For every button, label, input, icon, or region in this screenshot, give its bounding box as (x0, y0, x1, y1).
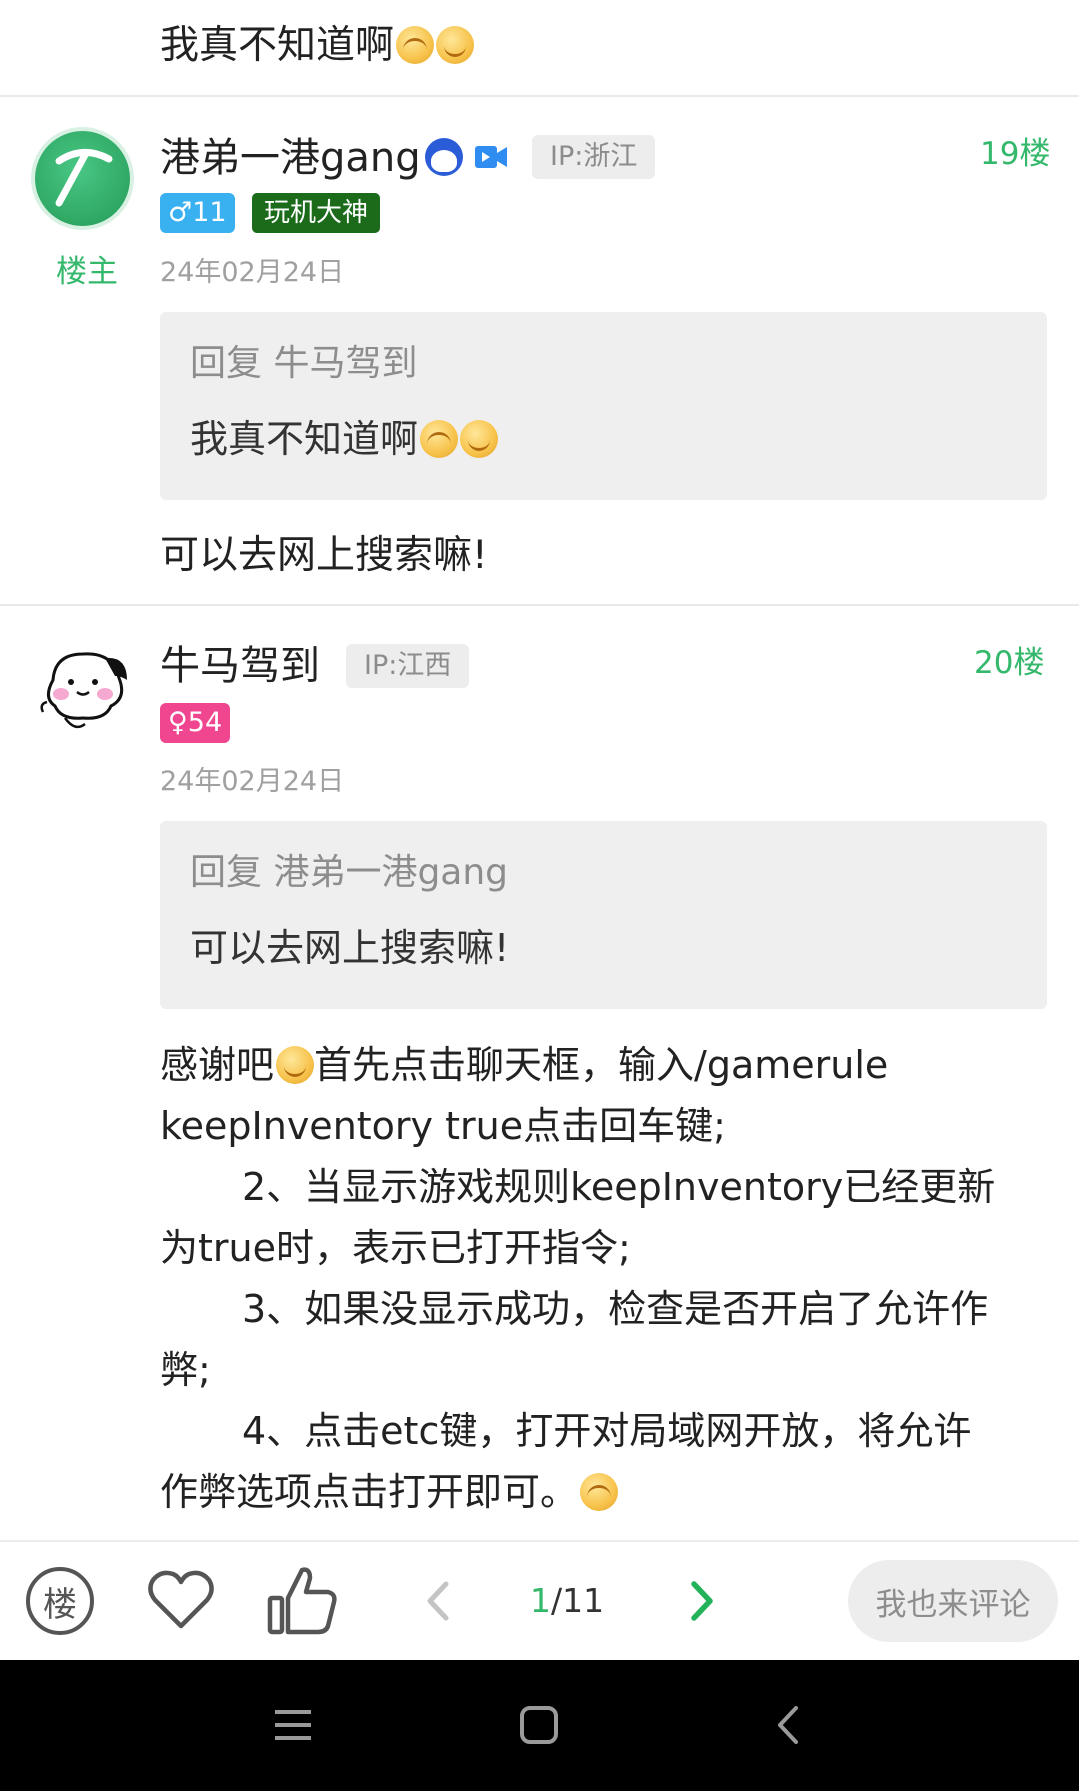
content-line: 3、如果没显示成功，检查是否开启了允许作 (242, 1287, 989, 1331)
quote-header: 回复 牛马驾到 (190, 343, 418, 384)
floor-number: 19楼 (980, 136, 1051, 172)
emoji-icon (420, 420, 459, 458)
thumbs-up-icon (267, 1567, 337, 1635)
puppy-avatar-icon (40, 652, 127, 729)
emoji-icon (396, 26, 435, 64)
quoted-reply[interactable]: 回复 牛马驾到 我真不知道啊 (160, 312, 1047, 500)
current-page: 1 (530, 1581, 551, 1620)
post-date: 24年02月24日 (160, 257, 345, 288)
emoji-icon (460, 420, 499, 458)
menu-icon (275, 1710, 311, 1740)
gender-level-badge: ♀54 (160, 703, 231, 743)
heart-icon (148, 1570, 214, 1629)
floor-jump-button[interactable]: 楼 (26, 1567, 94, 1635)
back-chevron-icon (778, 1706, 798, 1744)
like-button[interactable] (264, 1562, 340, 1638)
gender-level-badge: ♂11 (160, 193, 235, 233)
menu-button[interactable] (272, 1704, 314, 1746)
avatar[interactable] (35, 131, 130, 226)
content-line: 感谢吧 (160, 1043, 275, 1087)
quote-text: 我真不知道啊 (190, 417, 419, 461)
ip-badge: IP:浙江 (532, 135, 656, 179)
favorite-button[interactable] (145, 1564, 217, 1636)
floor-number: 20楼 (974, 645, 1045, 681)
chevron-right-icon (691, 1581, 713, 1621)
previous-post-snippet: 我真不知道啊 (160, 20, 475, 72)
content-line: 为true时，表示已打开指令; (160, 1226, 631, 1270)
emoji-icon (580, 1473, 619, 1511)
video-icon (474, 143, 508, 171)
back-button[interactable] (768, 1704, 810, 1746)
post-content: 可以去网上搜索嘛! (160, 533, 488, 578)
post-content: 感谢吧 首先点击聊天框，输入/gamerule keepInventory tru… (160, 1035, 1050, 1523)
avatar-frame-icon (425, 138, 463, 176)
emoji-icon (436, 26, 475, 64)
chevron-left-icon (427, 1581, 449, 1621)
owner-tag: 楼主 (56, 254, 118, 290)
snippet-text: 我真不知道啊 (160, 23, 395, 68)
title-badge: 玩机大神 (252, 193, 381, 233)
page-indicator[interactable]: 1/11 (530, 1578, 604, 1624)
username[interactable]: 港弟一港gang (160, 132, 421, 184)
post-date: 24年02月24日 (160, 766, 345, 797)
comment-input[interactable]: 我也来评论 (848, 1560, 1058, 1642)
post-divider (0, 95, 1079, 97)
total-pages: /11 (551, 1581, 605, 1620)
prev-page-button[interactable] (418, 1572, 458, 1630)
system-nav-bar (0, 1660, 1079, 1791)
floor-button-label: 楼 (43, 1584, 77, 1625)
pickaxe-icon (55, 149, 113, 207)
emoji-icon (276, 1046, 315, 1084)
comment-placeholder: 我也来评论 (875, 1586, 1031, 1623)
bottom-action-bar: 楼 1/11 我也来评论 (0, 1540, 1079, 1662)
content-line: keepInventory true点击回车键; (160, 1104, 726, 1148)
next-page-button[interactable] (682, 1572, 722, 1630)
content-line: 2、当显示游戏规则keepInventory已经更新 (242, 1165, 996, 1209)
quoted-reply[interactable]: 回复 港弟一港gang 可以去网上搜索嘛! (160, 821, 1047, 1009)
quote-body: 可以去网上搜索嘛! (190, 926, 510, 970)
home-square-icon (520, 1706, 558, 1744)
content-line: 弊; (160, 1348, 211, 1392)
content-line: 首先点击聊天框，输入/gamerule (314, 1043, 889, 1087)
quote-header: 回复 港弟一港gang (190, 852, 509, 893)
ip-badge: IP:江西 (346, 644, 470, 688)
username[interactable]: 牛马驾到 (160, 640, 320, 692)
content-line: 作弊选项点击打开即可。 (160, 1470, 579, 1514)
avatar[interactable] (35, 640, 135, 740)
content-line: 4、点击etc键，打开对局域网开放，将允许 (242, 1409, 972, 1453)
post-divider (0, 604, 1079, 606)
home-button[interactable] (518, 1704, 560, 1746)
quote-body: 我真不知道啊 (190, 414, 499, 464)
